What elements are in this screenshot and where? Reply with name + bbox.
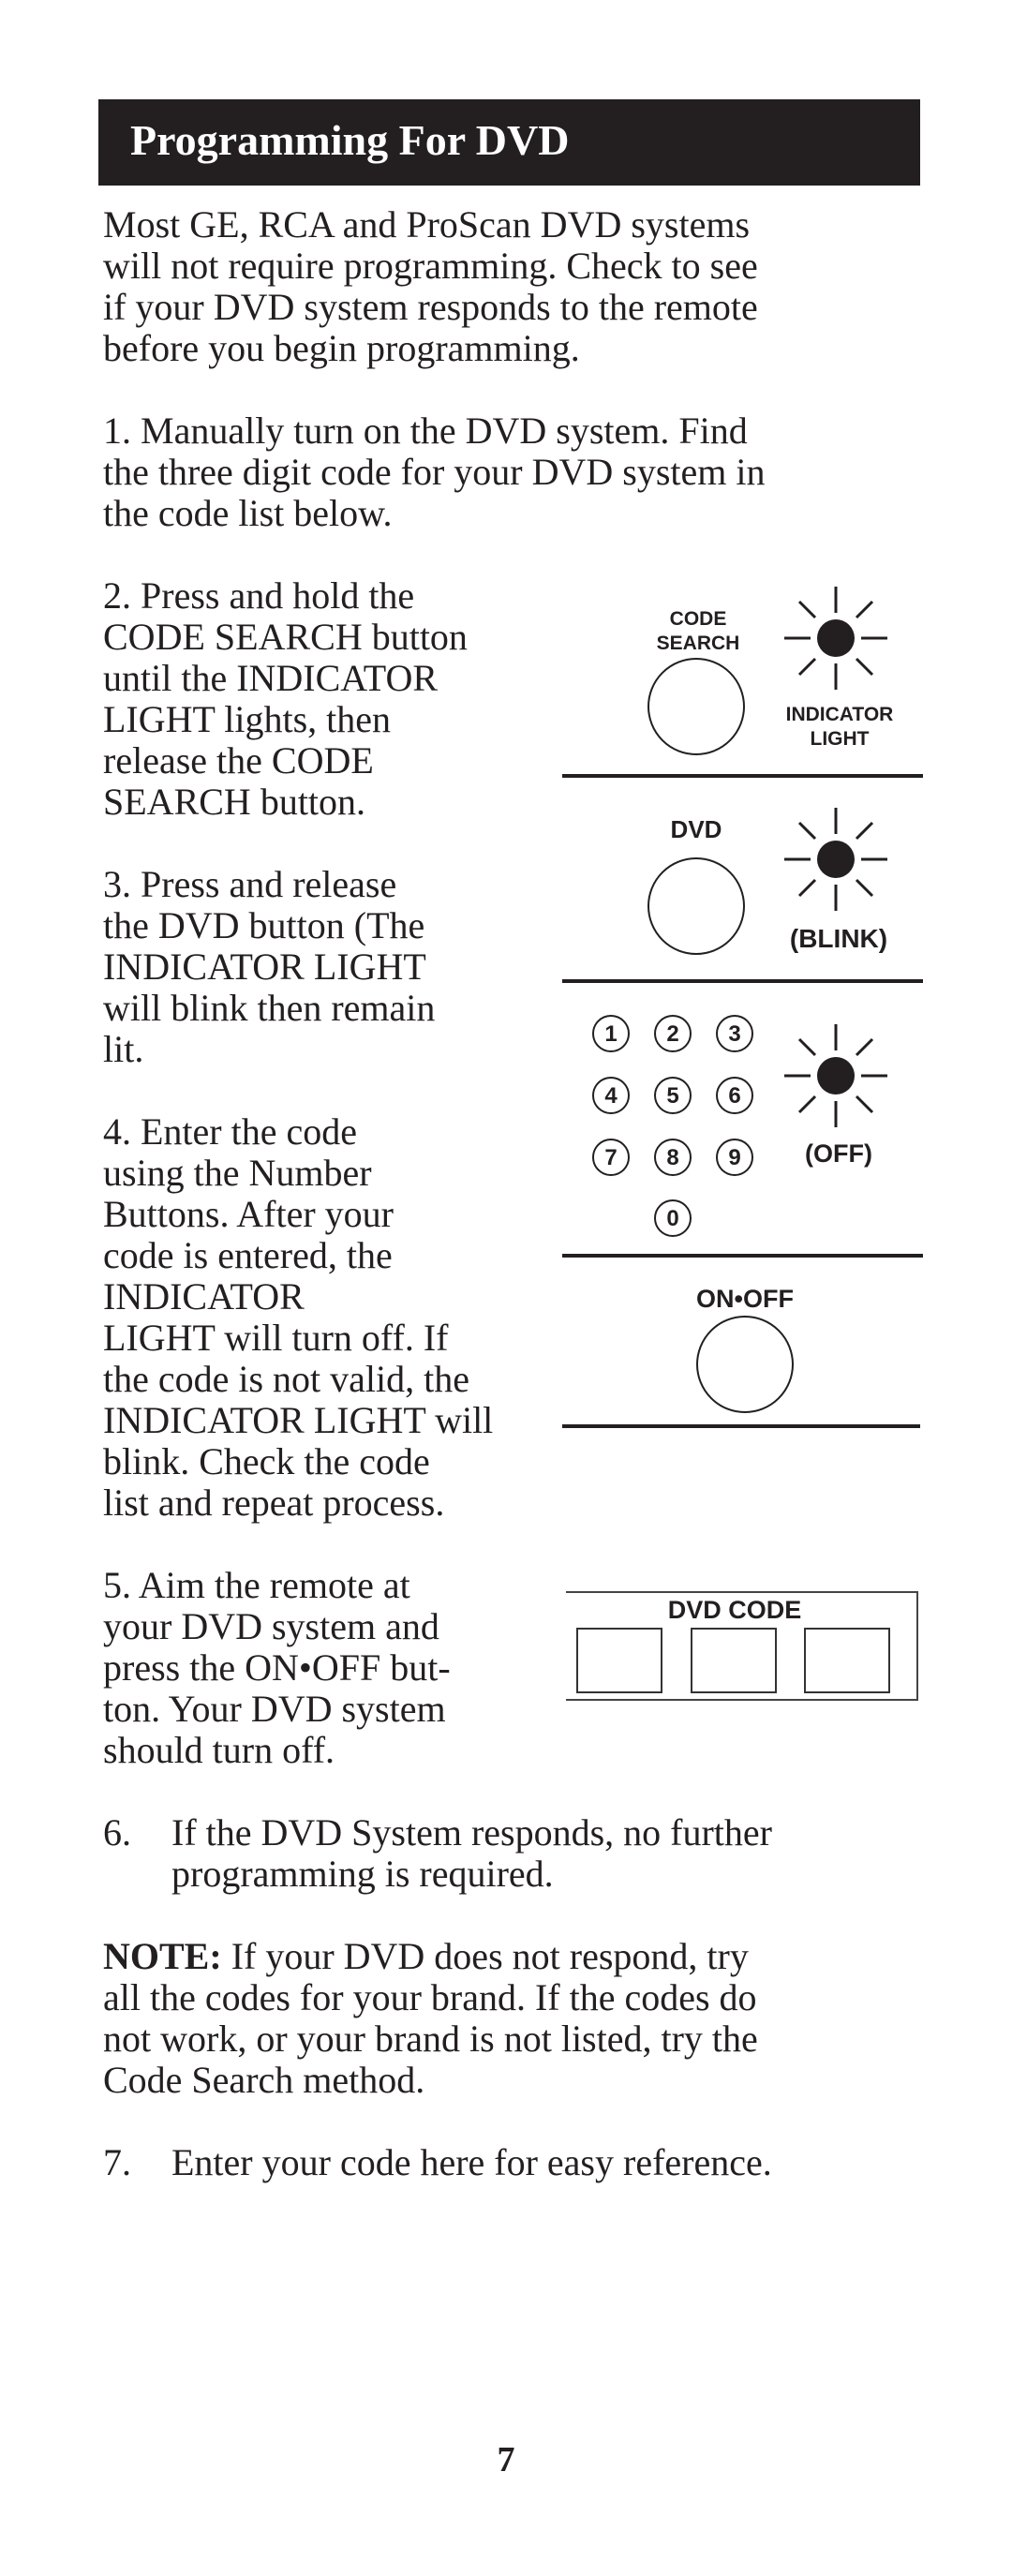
divider [562,774,923,778]
keypad-key-8[interactable]: 8 [654,1139,692,1176]
dvd-code-label: DVD CODE [667,1596,802,1624]
indicator-light-label: INDICATOR LIGHT [785,704,894,750]
blink-label: (BLINK) [789,924,888,953]
intro-paragraph: Most GE, RCA and ProScan DVD systems wil… [103,203,758,369]
dvd-code-digit-1[interactable] [576,1628,662,1693]
step-1: 1. Manually turn on the DVD system. Find… [103,409,766,534]
keypad-key-6[interactable]: 6 [716,1077,753,1114]
indicator-light-icon [784,587,887,690]
step-7-text: Enter your code here for easy reference. [171,2141,772,2183]
note-label: NOTE: [103,1935,222,1977]
step-4: 4. Enter the code using the Number Butto… [103,1110,494,1524]
step-3: 3. Press and release the DVD button (The… [103,863,436,1070]
keypad-key-3[interactable]: 3 [716,1015,753,1052]
note-paragraph: NOTE: If your DVD does not respond, try … [103,1936,928,2101]
step-7-number: 7. [103,2141,131,2183]
on-off-button[interactable] [696,1316,794,1413]
keypad-key-2[interactable]: 2 [654,1015,692,1052]
divider [562,1424,920,1428]
dvd-label: DVD [670,815,722,843]
indicator-light-blink-icon [784,808,887,911]
divider [562,979,923,983]
on-off-label: ON•OFF [696,1285,794,1313]
keypad-key-9[interactable]: 9 [716,1139,753,1176]
step-6-number: 6. [103,1811,131,1854]
keypad-key-5[interactable]: 5 [654,1077,692,1114]
keypad-key-1[interactable]: 1 [592,1015,630,1052]
page-number: 7 [497,2440,515,2479]
page-title: Programming For DVD [130,116,570,164]
code-search-button[interactable] [647,658,745,755]
dvd-button[interactable] [647,857,745,955]
indicator-light-off-icon [784,1024,887,1127]
code-search-label: CODE SEARCH [656,608,740,654]
section-header: Programming For DVD [98,99,920,186]
dvd-code-digit-2[interactable] [691,1628,777,1693]
off-label: (OFF) [805,1139,872,1168]
dvd-code-digit-3[interactable] [804,1628,890,1693]
step-5: 5. Aim the remote at your DVD system and… [103,1564,451,1771]
step-2: 2. Press and hold the CODE SEARCH button… [103,574,468,823]
keypad-key-4[interactable]: 4 [592,1077,630,1114]
divider [562,1254,923,1258]
keypad-key-0[interactable]: 0 [654,1199,692,1237]
dvd-code-box: DVD CODE [566,1591,918,1701]
step-6-text: If the DVD System responds, no further p… [171,1811,772,1895]
keypad-key-7[interactable]: 7 [592,1139,630,1176]
